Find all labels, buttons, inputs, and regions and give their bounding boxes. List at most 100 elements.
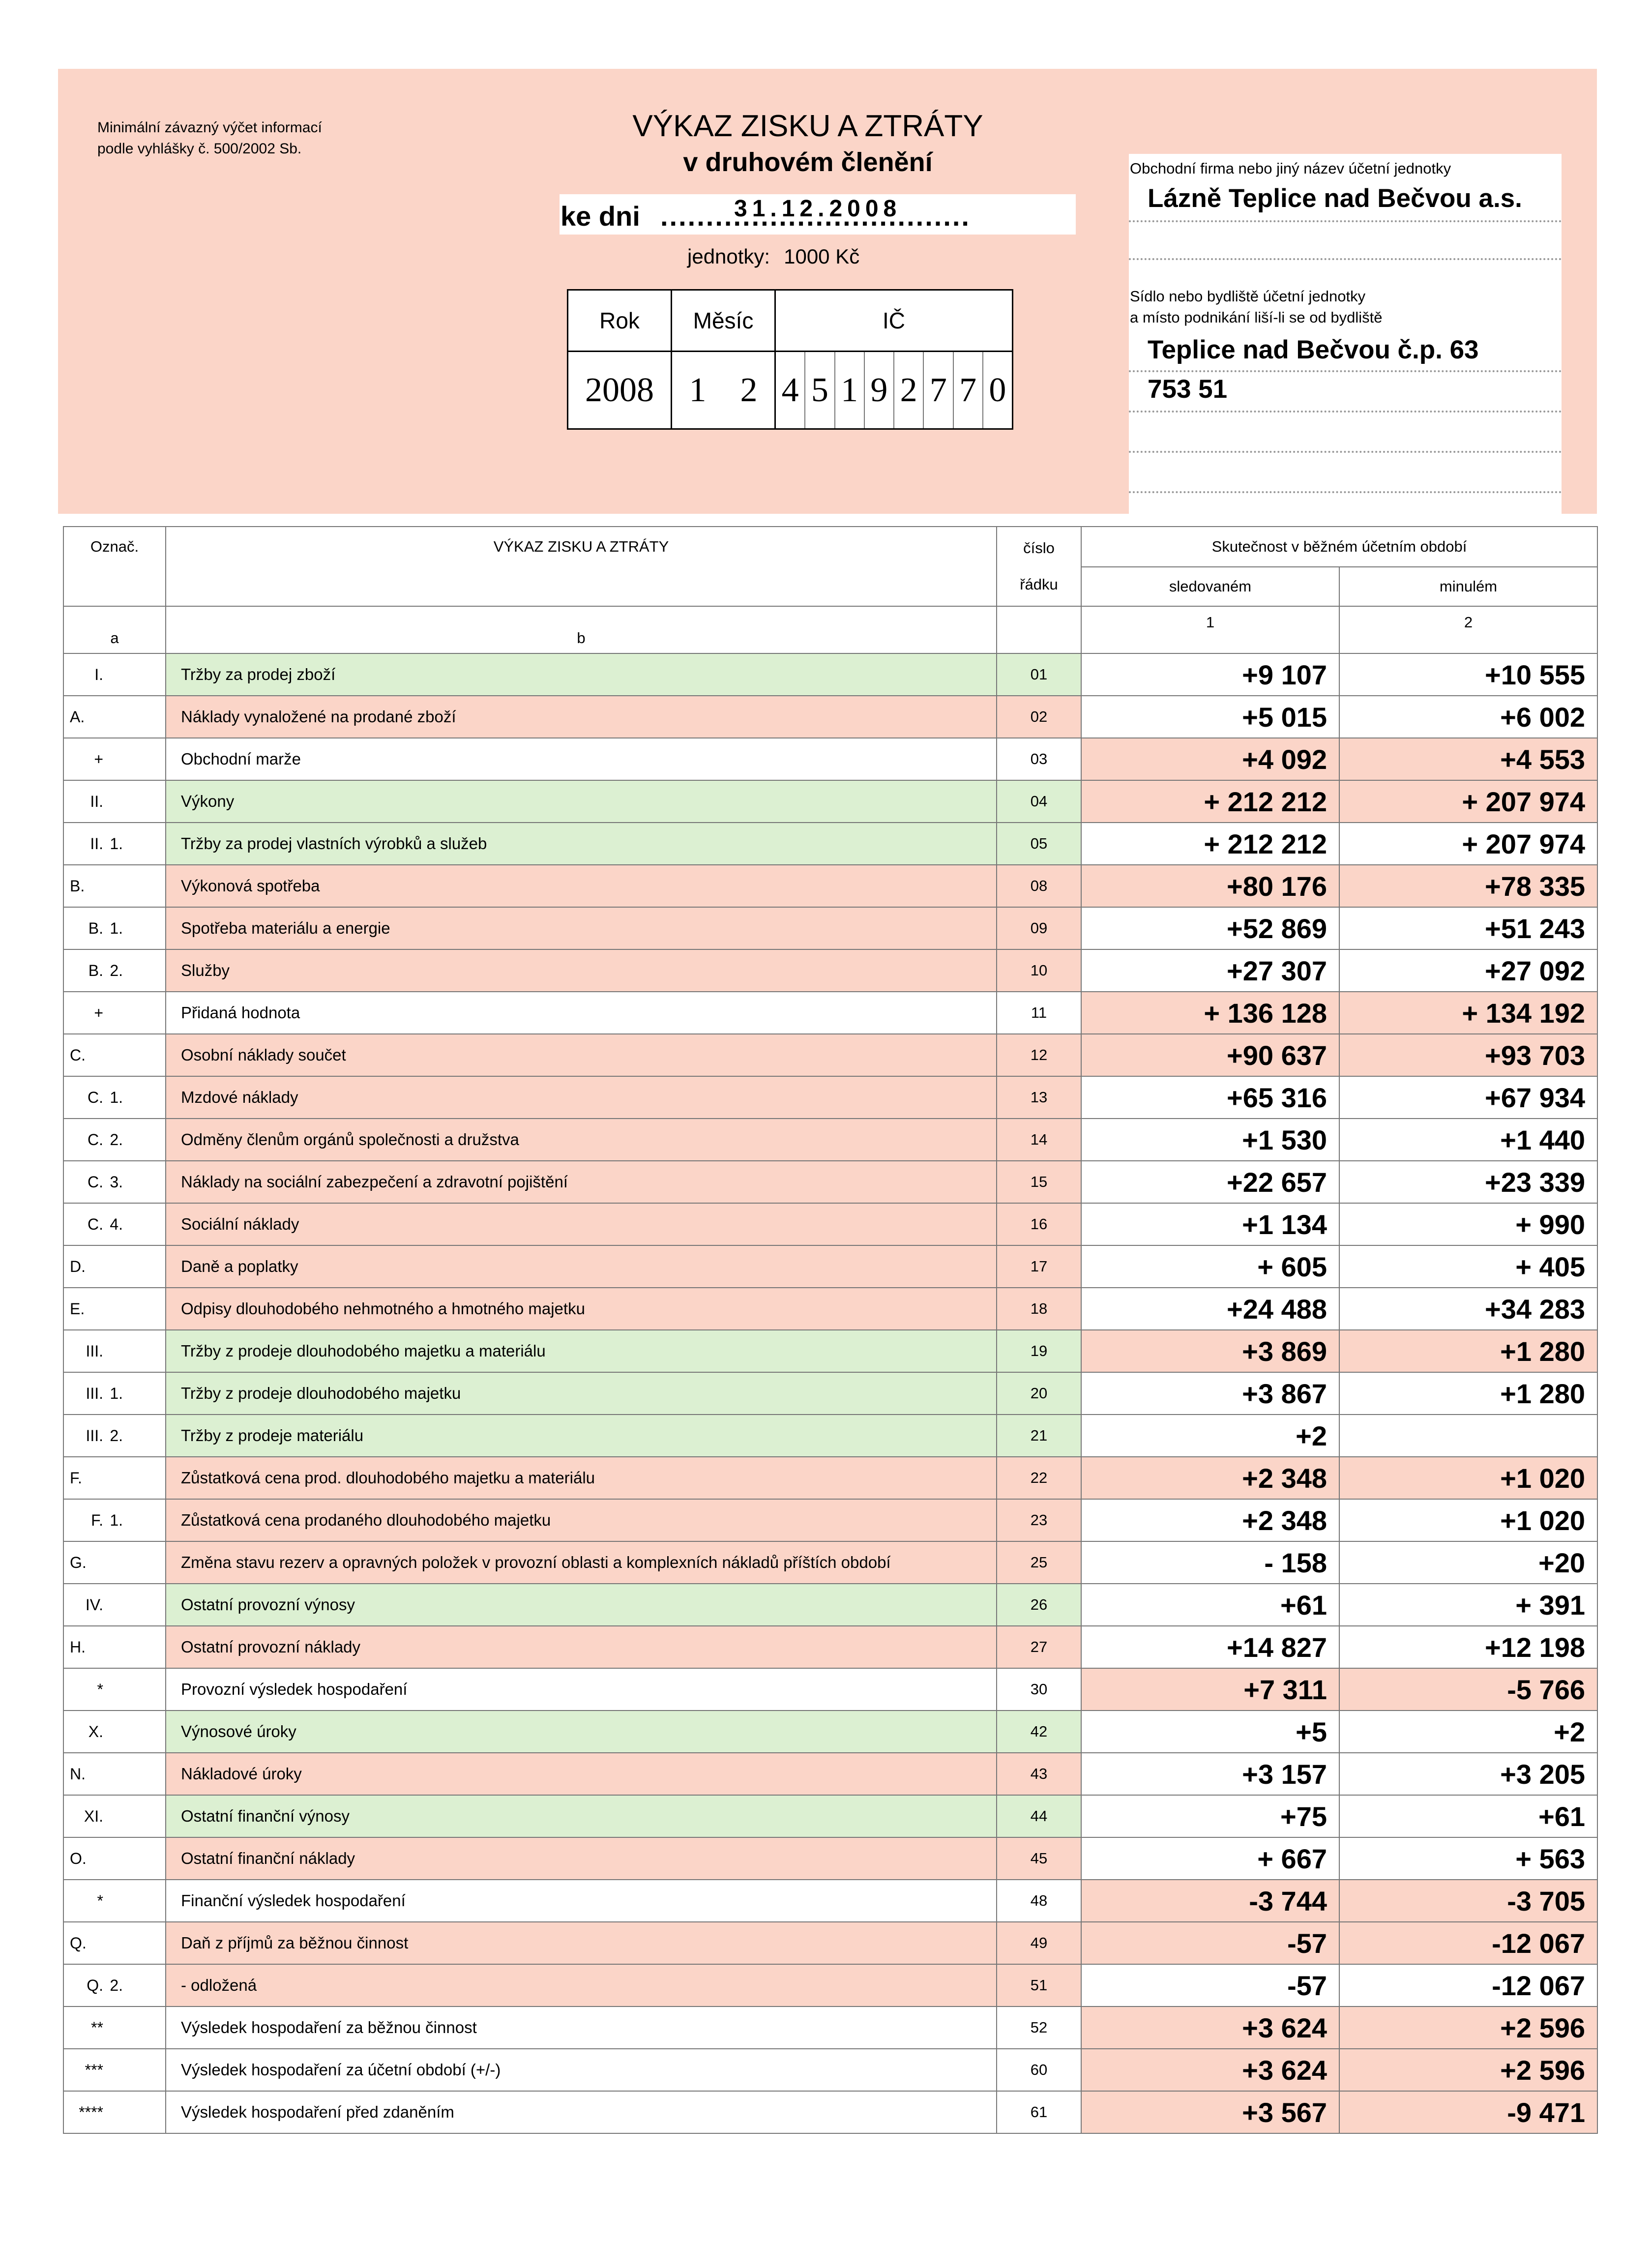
table-row: *** Výsledek hospodaření za účetní období… [63,2048,1598,2092]
table-row: C. 3. Náklady na sociální zabezpečení a zd… [63,1160,1598,1204]
value-previous: +1 280 [1339,1372,1598,1415]
row-number: 14 [996,1118,1082,1161]
value-previous: +67 934 [1339,1076,1598,1119]
value-current: +22 657 [1081,1160,1340,1204]
row-mark-secondary: 2. [110,1426,123,1445]
row-label: Odměny členům orgánů společnosti a družs… [165,1118,997,1161]
value-previous: +78 335 [1339,864,1598,908]
row-number: 11 [996,991,1082,1034]
value-previous: +2 596 [1339,2006,1598,2049]
value-current: +65 316 [1081,1076,1340,1119]
value-current: +9 107 [1081,653,1340,696]
value-current: + 212 212 [1081,780,1340,823]
row-number: 49 [996,1921,1082,1965]
value-current: + 605 [1081,1245,1340,1288]
value-previous: + 405 [1339,1245,1598,1288]
value-current: +3 624 [1081,2006,1340,2049]
row-mark: F. 1. [63,1499,166,1542]
row-mark: B. [63,864,166,908]
row-label: Výsledek hospodaření před zdaněním [165,2091,997,2134]
report-title-sub: v druhovém členění [683,148,933,177]
row-number: 61 [996,2091,1082,2134]
row-mark: II. [63,780,166,823]
value-previous [1339,1414,1598,1457]
col-header-sledovanem: sledovaném [1081,566,1340,607]
table-row: II. 1. Tržby za prodej vlastních výrobků a… [63,822,1598,865]
col-header-skutecnost: Skutečnost v běžném účetním období [1081,526,1598,567]
period-id-table: Rok Měsíc IČ 2008 1 2 45192770 [567,289,1013,430]
row-mark: I. [63,653,166,696]
table-row: C. 2. Odměny členům orgánů společnosti a d… [63,1118,1598,1161]
table-row: F. 1. Zůstatková cena prodaného dlouhodobé… [63,1499,1598,1542]
sub-header-b: b [165,606,997,654]
row-mark: D. [63,1245,166,1288]
row-mark: Q. 2. [63,1964,166,2007]
table-row: IV. Ostatní provozní výnosy 26 +61 + 391 [63,1583,1598,1626]
ic-digit: 5 [804,352,834,428]
sub-header-empty [996,606,1082,654]
row-mark: * [63,1879,166,1922]
row-label: Výkony [165,780,997,823]
value-current: -3 744 [1081,1879,1340,1922]
row-label: Spotřeba materiálu a energie [165,907,997,950]
row-mark-secondary: 1. [110,919,123,937]
ic-header: IČ [774,289,1013,352]
ic-digit: 7 [952,352,982,428]
value-previous: +1 280 [1339,1329,1598,1373]
table-row: B. Výkonová spotřeba 08 +80 176 +78 335 [63,864,1598,908]
report-date-value: 31.12.2008 [734,196,902,222]
row-label: Výnosové úroky [165,1710,997,1753]
table-row: II. Výkony 04 + 212 212 + 207 974 [63,780,1598,823]
row-mark-primary: I. [94,665,103,683]
mesic-digit-2: 2 [740,371,758,409]
row-number: 45 [996,1837,1082,1880]
value-previous: +23 339 [1339,1160,1598,1204]
ic-digit: 9 [863,352,893,428]
row-mark-primary: B. [88,961,103,979]
value-current: -57 [1081,1921,1340,1965]
row-label: - odložená [165,1964,997,2007]
row-mark-primary: IV. [85,1595,103,1614]
col-header-cislo-2: řádku [1020,576,1058,593]
row-label: Daň z příjmů za běžnou činnost [165,1921,997,1965]
row-mark-secondary: 2. [110,1130,123,1149]
row-mark: E. [63,1287,166,1330]
dotted-line [1129,258,1562,260]
row-mark-primary: II. [90,792,103,810]
row-mark-letter: A. [70,708,85,726]
row-mark: Q. [63,1921,166,1965]
value-previous: + 207 974 [1339,822,1598,865]
row-number: 22 [996,1456,1082,1500]
col-header-cislo-1: číslo [1023,539,1055,557]
mesic-header: Měsíc [671,289,776,352]
table-row: III. 1. Tržby z prodeje dlouhodobého majet… [63,1372,1598,1415]
value-previous: +27 092 [1339,949,1598,992]
row-mark-primary: C. [88,1215,103,1233]
row-label: Ostatní finanční náklady [165,1837,997,1880]
firm-name-label: Obchodní firma nebo jiný název účetní je… [1130,160,1451,177]
value-previous: +1 020 [1339,1456,1598,1500]
row-mark: N. [63,1752,166,1796]
legal-notice: Minimální závazný výčet informací podle … [97,117,322,159]
value-previous: +6 002 [1339,695,1598,738]
row-mark-letter: F. [70,1469,82,1487]
row-mark: IV. [63,1583,166,1626]
row-number: 02 [996,695,1082,738]
value-previous: +3 205 [1339,1752,1598,1796]
dotted-line [1129,220,1562,222]
report-title-main: VÝKAZ ZISKU A ZTRÁTY [632,109,983,143]
dotted-line [1129,370,1562,372]
row-mark-primary: III. [86,1384,103,1402]
sub-header-a: a [63,606,166,654]
table-row: I. Tržby za prodej zboží 01 +9 107 +10 555 [63,653,1598,696]
row-mark-primary: C. [88,1173,103,1191]
table-row: ** Výsledek hospodaření za běžnou činnost… [63,2006,1598,2049]
row-label: Obchodní marže [165,738,997,781]
row-label: Nákladové úroky [165,1752,997,1796]
row-number: 01 [996,653,1082,696]
row-mark: ** [63,2006,166,2049]
row-mark: C. 4. [63,1203,166,1246]
value-current: +27 307 [1081,949,1340,992]
value-current: - 158 [1081,1541,1340,1584]
value-current: +75 [1081,1795,1340,1838]
